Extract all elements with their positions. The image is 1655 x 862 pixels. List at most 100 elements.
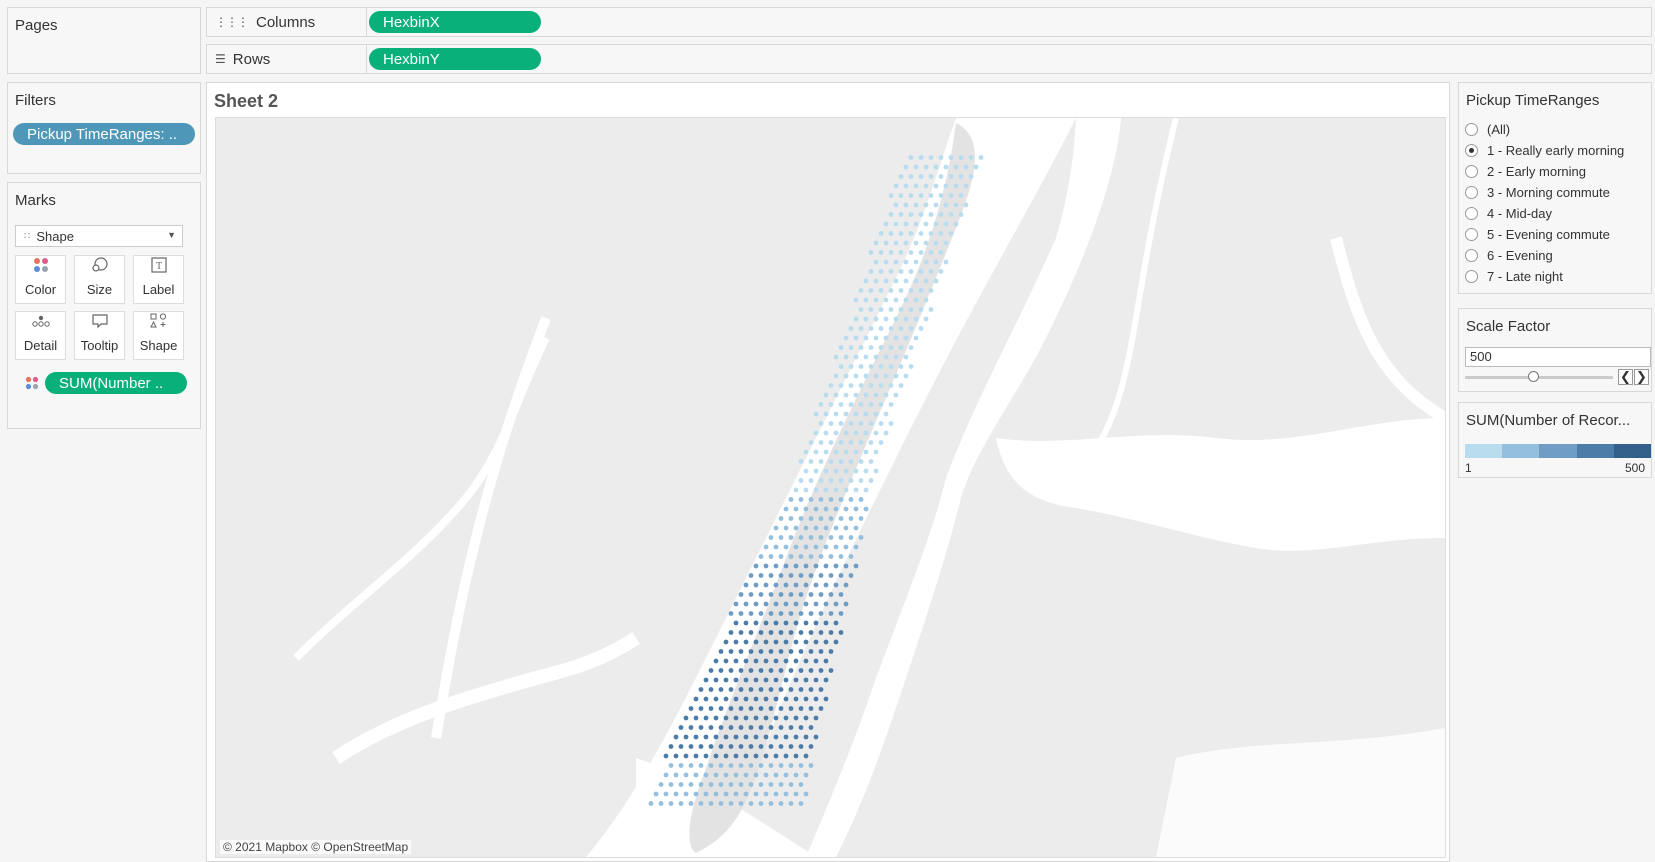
hexbin-dot[interactable] — [733, 658, 739, 664]
hexbin-dot[interactable] — [818, 459, 824, 464]
hexbin-dot[interactable] — [708, 744, 714, 749]
hexbin-dot[interactable] — [833, 639, 839, 645]
hexbin-dot[interactable] — [778, 706, 784, 711]
hexbin-dot[interactable] — [783, 658, 789, 664]
mark-type-dropdown[interactable]: ∷ Shape ▼ — [15, 225, 183, 247]
hexbin-dot[interactable] — [798, 516, 804, 521]
hexbin-dot[interactable] — [733, 696, 739, 702]
hexbin-dot[interactable] — [733, 734, 739, 740]
hexbin-dot[interactable] — [753, 639, 759, 645]
hexbin-dot[interactable] — [808, 554, 814, 559]
hexbin-dot[interactable] — [758, 592, 764, 597]
hexbin-dot[interactable] — [818, 687, 824, 692]
hexbin-dot[interactable] — [788, 535, 794, 540]
hexbin-dot[interactable] — [923, 259, 929, 265]
hexbin-dot[interactable] — [928, 250, 934, 255]
hexbin-dot[interactable] — [723, 772, 729, 778]
hexbin-dot[interactable] — [878, 288, 884, 293]
hexbin-dot[interactable] — [918, 212, 924, 217]
hexbin-dot[interactable] — [838, 573, 844, 578]
hexbin-dot[interactable] — [818, 478, 824, 483]
hexbin-dot[interactable] — [833, 392, 839, 398]
hexbin-dot[interactable] — [858, 345, 864, 350]
hexbin-dot[interactable] — [913, 202, 919, 208]
hexbin-dot[interactable] — [793, 677, 799, 683]
hexbin-dot[interactable] — [833, 449, 839, 455]
hexbin-dot[interactable] — [908, 212, 914, 217]
hexbin-dot[interactable] — [783, 506, 789, 512]
hexbin-dot[interactable] — [823, 582, 829, 588]
hexbin-dot[interactable] — [748, 668, 754, 673]
hexbin-dot[interactable] — [778, 516, 784, 521]
hexbin-dot[interactable] — [908, 326, 914, 331]
hexbin-dot[interactable] — [818, 649, 824, 654]
hexbin-dot[interactable] — [658, 782, 664, 787]
hexbin-dot[interactable] — [823, 468, 829, 474]
hexbin-dot[interactable] — [878, 383, 884, 388]
hexbin-dot[interactable] — [908, 288, 914, 293]
hexbin-dot[interactable] — [923, 278, 929, 284]
pickup-option[interactable]: 4 - Mid-day — [1465, 203, 1552, 223]
hexbin-dot[interactable] — [788, 687, 794, 692]
hexbin-dot[interactable] — [738, 687, 744, 692]
hexbin-dot[interactable] — [743, 620, 749, 626]
hexbin-dot[interactable] — [783, 525, 789, 531]
hexbin-dot[interactable] — [823, 487, 829, 493]
hexbin-dot[interactable] — [918, 193, 924, 198]
hexbin-dot[interactable] — [873, 297, 879, 303]
hexbin-dot[interactable] — [803, 563, 809, 569]
hexbin-dot[interactable] — [748, 706, 754, 711]
hexbin-dot[interactable] — [683, 715, 689, 721]
hexbin-dot[interactable] — [913, 335, 919, 341]
hexbin-dot[interactable] — [743, 753, 749, 759]
hexbin-dot[interactable] — [883, 316, 889, 322]
hexbin-dot[interactable] — [788, 744, 794, 749]
hexbin-dot[interactable] — [738, 801, 744, 806]
hexbin-dot[interactable] — [783, 715, 789, 721]
hexbin-dot[interactable] — [718, 668, 724, 673]
hexbin-dot[interactable] — [833, 544, 839, 550]
hexbin-dot[interactable] — [773, 620, 779, 626]
hexbin-dot[interactable] — [898, 174, 904, 179]
hexbin-dot[interactable] — [853, 392, 859, 398]
hexbin-dot[interactable] — [833, 430, 839, 436]
shape-button[interactable]: Shape — [133, 311, 184, 360]
hexbin-dot[interactable] — [748, 630, 754, 635]
hexbin-dot[interactable] — [893, 297, 899, 303]
hexbin-dot[interactable] — [888, 383, 894, 388]
hexbin-dot[interactable] — [828, 592, 834, 597]
hexbin-dot[interactable] — [878, 421, 884, 426]
hexbin-dot[interactable] — [753, 772, 759, 778]
hexbin-dot[interactable] — [743, 639, 749, 645]
pickup-option[interactable]: 6 - Evening — [1465, 245, 1553, 265]
hexbin-dot[interactable] — [918, 326, 924, 331]
hexbin-dot[interactable] — [788, 554, 794, 559]
hexbin-dot[interactable] — [898, 231, 904, 236]
hexbin-dot[interactable] — [823, 449, 829, 455]
hexbin-dot[interactable] — [798, 801, 804, 806]
hexbin-dot[interactable] — [803, 791, 809, 797]
hexbin-dot[interactable] — [703, 677, 709, 683]
hexbin-dot[interactable] — [728, 801, 734, 806]
hexbin-dot[interactable] — [823, 601, 829, 607]
hexbin-dot[interactable] — [973, 164, 979, 170]
hexbin-dot[interactable] — [843, 430, 849, 436]
hexbin-dot[interactable] — [763, 753, 769, 759]
hexbin-dot[interactable] — [788, 611, 794, 616]
hexbin-dot[interactable] — [718, 687, 724, 692]
hexbin-dot[interactable] — [793, 601, 799, 607]
hexbin-dot[interactable] — [853, 354, 859, 360]
hexbin-dot[interactable] — [698, 725, 704, 730]
hexbin-dot[interactable] — [698, 782, 704, 787]
hexbin-dot[interactable] — [758, 725, 764, 730]
hexbin-dot[interactable] — [873, 468, 879, 474]
hexbin-dot[interactable] — [853, 373, 859, 379]
hexbin-dot[interactable] — [883, 392, 889, 398]
hexbin-dot[interactable] — [753, 791, 759, 797]
hexbin-dot[interactable] — [923, 316, 929, 322]
hexbin-dot[interactable] — [773, 582, 779, 588]
hexbin-dot[interactable] — [868, 269, 874, 274]
hexbin-dot[interactable] — [858, 478, 864, 483]
hexbin-dot[interactable] — [838, 630, 844, 635]
hexbin-dot[interactable] — [668, 782, 674, 787]
